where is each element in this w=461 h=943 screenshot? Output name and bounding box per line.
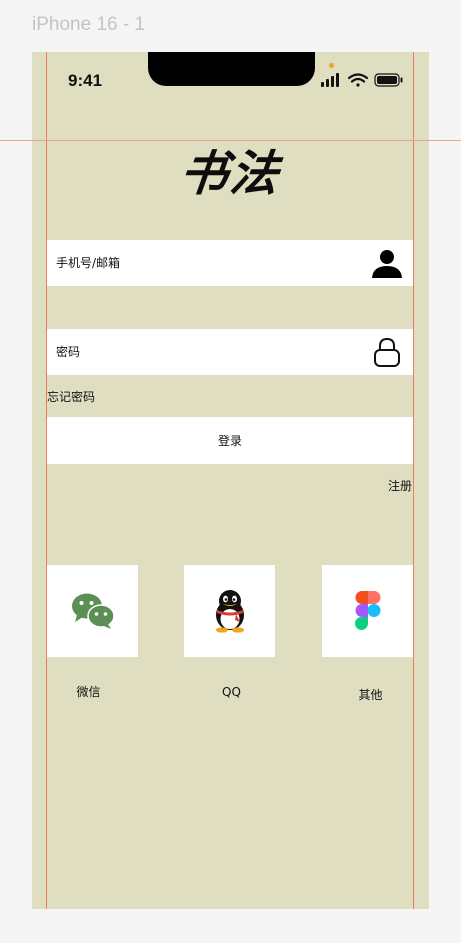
forgot-password-link[interactable]: 忘记密码 [47,388,95,405]
wifi-icon [347,73,369,87]
other-label: 其他 [358,688,383,702]
password-field[interactable]: 密码 [47,329,413,375]
status-icons [321,73,403,87]
phone-screen: 9:41 书法 手机号/邮箱 密码 忘记密码 登录 注册 微信 QQ 其他 [32,52,429,909]
dynamic-island [148,52,315,86]
account-placeholder: 手机号/邮箱 [56,256,121,270]
qq-icon [215,590,244,633]
layout-guide-horizontal [0,140,461,141]
wechat-label: 微信 [76,685,101,699]
account-field[interactable]: 手机号/邮箱 [47,240,413,286]
figma-icon [354,591,380,630]
wechat-login-button[interactable] [47,565,138,657]
login-button[interactable]: 登录 [47,417,413,464]
app-title: 书法 [177,146,283,202]
qq-login-button[interactable] [184,565,275,657]
user-icon [372,250,402,278]
battery-icon [374,73,403,87]
other-login-button[interactable] [322,565,413,657]
status-time: 9:41 [68,71,103,90]
qq-label: QQ [222,685,241,699]
password-placeholder: 密码 [56,345,81,359]
signal-icon [321,73,339,87]
wechat-icon [71,593,115,629]
frame-label: iPhone 16 - 1 [32,14,146,35]
lock-icon [374,337,400,367]
privacy-indicator [329,63,334,68]
register-link[interactable]: 注册 [388,477,412,494]
